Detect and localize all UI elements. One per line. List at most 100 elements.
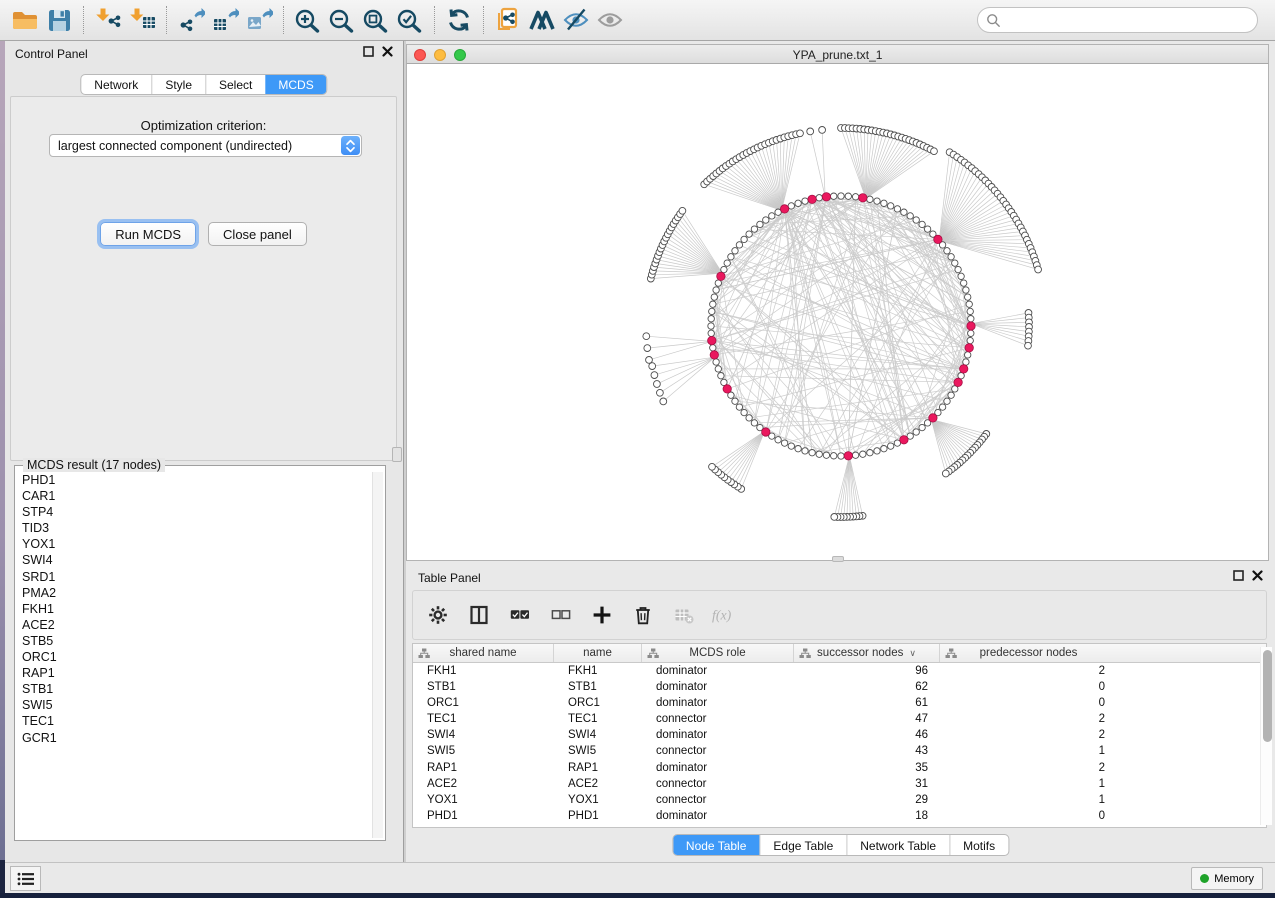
table-cell: dominator [642, 727, 794, 743]
sort-indicator-icon: ∨ [909, 648, 916, 659]
search-box[interactable] [977, 7, 1258, 33]
tab-mcds[interactable]: MCDS [265, 75, 326, 94]
show-details-icon[interactable] [593, 5, 627, 35]
table-row[interactable]: TEC1TEC1connector472 [413, 711, 1266, 727]
close-table-panel-icon[interactable] [1252, 570, 1263, 581]
control-panel-title: Control Panel [15, 47, 88, 61]
vertical-splitter-grip[interactable] [392, 447, 402, 462]
tab-node-table[interactable]: Node Table [673, 835, 760, 855]
table-cell: YOX1 [413, 792, 554, 808]
column-header-shared-name[interactable]: shared name [413, 644, 554, 662]
mcds-result-item[interactable]: SRD1 [17, 569, 371, 585]
table-row[interactable]: STB1STB1dominator620 [413, 679, 1266, 695]
table-row[interactable]: SWI4SWI4dominator462 [413, 727, 1266, 743]
deselect-all-icon[interactable] [548, 602, 574, 628]
mcds-result-item[interactable]: PMA2 [17, 585, 371, 601]
task-history-button[interactable] [10, 866, 41, 891]
mcds-result-item[interactable]: PHD1 [17, 472, 371, 488]
save-icon[interactable] [42, 5, 76, 35]
tab-edge-table[interactable]: Edge Table [759, 835, 846, 855]
column-header-predecessor-nodes[interactable]: predecessor nodes [940, 644, 1117, 662]
zoom-fit-icon[interactable] [359, 5, 393, 35]
export-table-icon[interactable] [208, 5, 242, 35]
zoom-out-icon[interactable] [325, 5, 359, 35]
tab-network[interactable]: Network [81, 75, 151, 94]
tab-motifs[interactable]: Motifs [949, 835, 1008, 855]
table-row[interactable]: YOX1YOX1connector291 [413, 792, 1266, 808]
table-cell: FKH1 [413, 663, 554, 679]
tab-style[interactable]: Style [151, 75, 205, 94]
refresh-icon[interactable] [442, 5, 476, 35]
list-icon [17, 872, 35, 886]
table-cell: 2 [940, 663, 1117, 679]
mcds-result-item[interactable]: ORC1 [17, 649, 371, 665]
network-canvas[interactable] [406, 64, 1269, 561]
select-all-icon[interactable] [507, 602, 533, 628]
tab-select[interactable]: Select [205, 75, 265, 94]
node-table-header: shared namenameMCDS rolesuccessor nodes∨… [413, 644, 1266, 663]
mcds-result-group: MCDS result (17 nodes) PHD1CAR1STP4TID3Y… [14, 465, 386, 841]
table-row[interactable]: ACE2ACE2connector311 [413, 776, 1266, 792]
optimization-select[interactable]: largest connected component (undirected) [49, 134, 362, 157]
memory-label: Memory [1214, 873, 1254, 885]
export-network-icon[interactable] [174, 5, 208, 35]
export-image-icon[interactable] [242, 5, 276, 35]
mcds-result-item[interactable]: FKH1 [17, 601, 371, 617]
float-table-panel-icon[interactable] [1233, 570, 1244, 581]
table-row[interactable]: ORC1ORC1dominator610 [413, 695, 1266, 711]
mcds-result-item[interactable]: ACE2 [17, 617, 371, 633]
table-cell: FKH1 [554, 663, 642, 679]
mcds-result-item[interactable]: STB1 [17, 681, 371, 697]
table-cell: SWI4 [413, 727, 554, 743]
table-cell: 62 [794, 679, 940, 695]
columns-icon[interactable] [466, 602, 492, 628]
table-row[interactable]: RAP1RAP1dominator352 [413, 760, 1266, 776]
column-header-MCDS-role[interactable]: MCDS role [642, 644, 794, 662]
binoculars-icon[interactable] [525, 5, 559, 35]
mcds-result-item[interactable]: YOX1 [17, 536, 371, 552]
column-header-name[interactable]: name [554, 644, 642, 662]
run-mcds-button[interactable]: Run MCDS [100, 222, 196, 246]
hide-details-icon[interactable] [559, 5, 593, 35]
mcds-result-item[interactable]: GCR1 [17, 730, 371, 746]
memory-button[interactable]: Memory [1191, 867, 1263, 890]
table-cell: dominator [642, 695, 794, 711]
table-row[interactable]: FKH1FKH1dominator962 [413, 663, 1266, 679]
float-panel-icon[interactable] [363, 46, 374, 57]
mcds-result-item[interactable]: STP4 [17, 504, 371, 520]
close-panel-button[interactable]: Close panel [208, 222, 307, 246]
table-cell: SWI5 [413, 743, 554, 759]
mcds-result-item[interactable]: SWI4 [17, 552, 371, 568]
close-panel-icon[interactable] [382, 46, 393, 57]
table-scrollbar[interactable] [1260, 647, 1272, 825]
table-cell: TEC1 [554, 711, 642, 727]
mcds-result-item[interactable]: SWI5 [17, 697, 371, 713]
table-cell: 0 [940, 808, 1117, 824]
zoom-in-icon[interactable] [291, 5, 325, 35]
tab-network-table[interactable]: Network Table [846, 835, 949, 855]
import-table-icon[interactable] [125, 5, 159, 35]
table-row[interactable]: PHD1PHD1dominator180 [413, 808, 1266, 824]
import-network-icon[interactable] [91, 5, 125, 35]
share-document-icon[interactable] [491, 5, 525, 35]
open-folder-icon[interactable] [8, 5, 42, 35]
add-row-icon[interactable] [589, 602, 615, 628]
select-stepper-icon [341, 136, 360, 155]
mcds-result-item[interactable]: CAR1 [17, 488, 371, 504]
search-input[interactable] [1001, 10, 1257, 30]
delete-row-icon[interactable] [630, 602, 656, 628]
horizontal-splitter-grip[interactable] [832, 556, 844, 562]
mcds-result-scrollbar[interactable] [372, 472, 383, 838]
mcds-result-item[interactable]: STB5 [17, 633, 371, 649]
mcds-result-list[interactable]: PHD1CAR1STP4TID3YOX1SWI4SRD1PMA2FKH1ACE2… [17, 472, 371, 838]
mcds-result-item[interactable]: TID3 [17, 520, 371, 536]
table-cell: connector [642, 711, 794, 727]
zoom-selected-icon[interactable] [393, 5, 427, 35]
mcds-result-item[interactable]: RAP1 [17, 665, 371, 681]
mcds-result-item[interactable]: TEC1 [17, 713, 371, 729]
control-panel: Control Panel NetworkStyleSelectMCDS Opt… [5, 41, 403, 862]
gear-icon[interactable] [425, 602, 451, 628]
table-scrollbar-thumb[interactable] [1263, 650, 1272, 742]
table-row[interactable]: SWI5SWI5connector431 [413, 743, 1266, 759]
column-header-successor-nodes[interactable]: successor nodes∨ [794, 644, 940, 662]
